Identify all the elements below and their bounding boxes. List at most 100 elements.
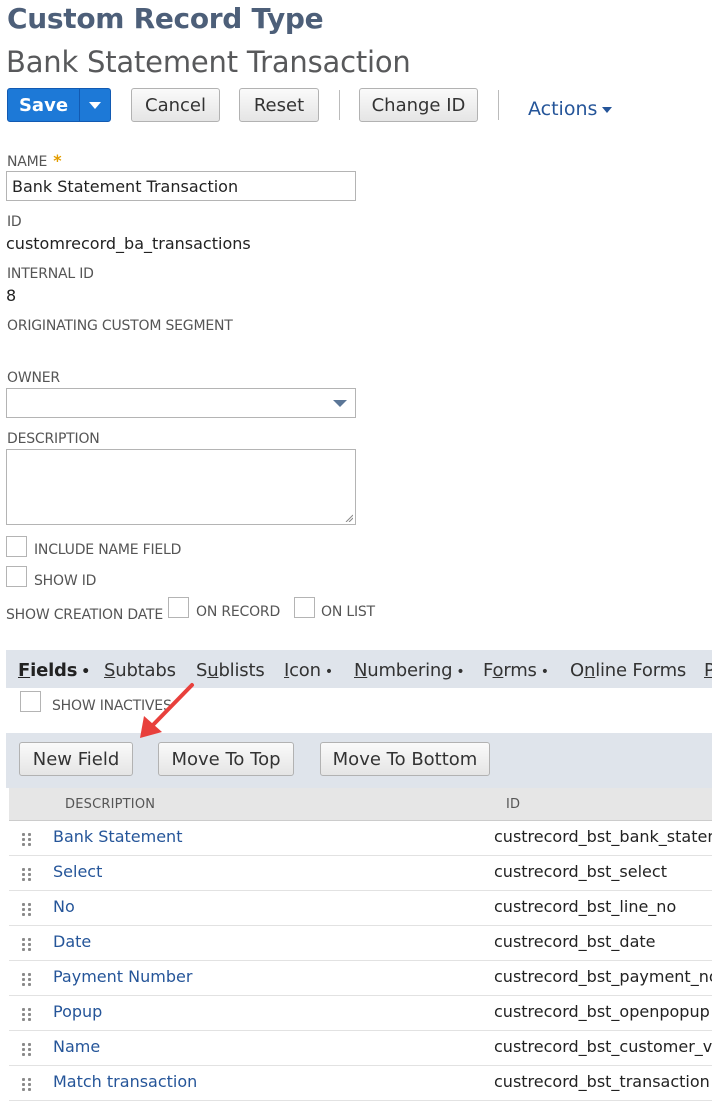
save-button-group[interactable]: Save — [7, 88, 111, 122]
include-name-field-checkbox[interactable] — [6, 536, 27, 557]
on-list-checkbox[interactable] — [294, 597, 315, 618]
tab-indicator-dot: • — [456, 664, 465, 680]
save-button[interactable]: Save — [8, 89, 80, 121]
name-label: NAME * — [7, 151, 62, 170]
move-to-top-button[interactable]: Move To Top — [158, 742, 294, 776]
column-header-description[interactable]: DESCRIPTION — [65, 797, 155, 812]
table-row[interactable]: Select custrecord_bst_select — [9, 856, 712, 891]
on-record-label: ON RECORD — [196, 604, 281, 620]
actions-label[interactable]: Actions — [528, 98, 597, 120]
table-row[interactable]: Match transaction custrecord_bst_transact… — [9, 1066, 712, 1101]
field-description-link[interactable]: Payment Number — [53, 967, 192, 986]
table-row[interactable]: Bank Statement custrecord_bst_bank_statem… — [9, 821, 712, 856]
tab-forms[interactable]: Forms • — [483, 660, 549, 681]
tab-label: P — [704, 660, 712, 681]
show-inactives-label: SHOW INACTIVES — [52, 698, 172, 714]
field-id-cell: custrecord_bst_line_no — [494, 897, 677, 916]
field-description-link[interactable]: Name — [53, 1037, 100, 1056]
show-id-checkbox[interactable] — [6, 566, 27, 587]
originating-segment-label: ORIGINATING CUSTOM SEGMENT — [7, 318, 233, 334]
tab-label: Icon — [284, 660, 321, 681]
field-description-link[interactable]: Popup — [53, 1002, 102, 1021]
tab-indicator-dot: • — [540, 664, 549, 680]
table-row[interactable]: Name custrecord_bst_customer_ver — [9, 1031, 712, 1066]
id-value: customrecord_ba_transactions — [6, 234, 251, 253]
field-id-cell: custrecord_bst_transaction — [494, 1072, 710, 1091]
id-label: ID — [7, 214, 22, 230]
table-row[interactable]: No custrecord_bst_line_no — [9, 891, 712, 926]
owner-select[interactable] — [6, 388, 356, 418]
column-header-id[interactable]: ID — [506, 797, 520, 812]
include-name-field-label: INCLUDE NAME FIELD — [34, 542, 182, 558]
drag-handle-icon[interactable] — [22, 1078, 32, 1092]
fields-button-bar: New Field Move To Top Move To Bottom — [6, 733, 712, 788]
drag-handle-icon[interactable] — [22, 938, 32, 952]
tab-overflow[interactable]: P — [704, 660, 712, 681]
fields-options-panel: SHOW INACTIVES — [6, 688, 712, 733]
tab-indicator-dot: • — [324, 664, 333, 680]
field-description-link[interactable]: Bank Statement — [53, 827, 182, 846]
table-header: DESCRIPTION ID — [9, 788, 712, 821]
table-row[interactable]: Popup custrecord_bst_openpopup — [9, 996, 712, 1031]
field-id-cell: custrecord_bst_openpopup — [494, 1002, 710, 1021]
on-list-label: ON LIST — [321, 604, 375, 620]
reset-button[interactable]: Reset — [239, 88, 319, 122]
internal-id-label: INTERNAL ID — [7, 266, 94, 282]
field-id-cell: custrecord_bst_select — [494, 862, 667, 881]
new-field-button[interactable]: New Field — [19, 742, 133, 776]
drag-handle-icon[interactable] — [22, 1008, 32, 1022]
field-id-cell: custrecord_bst_customer_ver — [494, 1037, 712, 1056]
tab-label: Forms — [483, 660, 537, 681]
tab-indicator-dot: • — [81, 664, 91, 680]
field-id-cell: custrecord_bst_bank_stateme — [494, 827, 712, 846]
owner-label: OWNER — [7, 370, 60, 386]
record-title: Bank Statement Transaction — [6, 45, 411, 79]
cancel-button[interactable]: Cancel — [131, 88, 220, 122]
field-description-link[interactable]: No — [53, 897, 75, 916]
tab-label: Subtabs — [104, 660, 176, 681]
resize-grip-icon[interactable] — [345, 514, 353, 522]
save-menu-button[interactable] — [80, 89, 110, 121]
tab-sublists[interactable]: Sublists — [196, 660, 265, 681]
internal-id-value: 8 — [6, 286, 17, 305]
change-id-button[interactable]: Change ID — [359, 88, 478, 122]
field-description-link[interactable]: Date — [53, 932, 91, 951]
move-to-bottom-button[interactable]: Move To Bottom — [320, 742, 490, 776]
tab-label: Online Forms — [570, 660, 687, 681]
field-id-cell: custrecord_bst_payment_no — [494, 967, 712, 986]
field-description-link[interactable]: Match transaction — [53, 1072, 197, 1091]
table-row[interactable]: Payment Number custrecord_bst_payment_no — [9, 961, 712, 996]
name-input[interactable]: Bank Statement Transaction — [6, 171, 356, 201]
description-label: DESCRIPTION — [7, 431, 100, 447]
drag-handle-icon[interactable] — [22, 868, 32, 882]
tab-label: Fields — [18, 660, 78, 681]
chevron-down-icon — [333, 400, 347, 407]
table-row[interactable]: Date custrecord_bst_date — [9, 926, 712, 961]
drag-handle-icon[interactable] — [22, 903, 32, 917]
drag-handle-icon[interactable] — [22, 1043, 32, 1057]
tab-subtabs[interactable]: Subtabs — [104, 660, 176, 681]
caret-down-icon — [602, 107, 613, 113]
subtab-bar: Fields • Subtabs Sublists Icon • Numbering… — [6, 650, 712, 688]
tab-fields[interactable]: Fields • — [18, 660, 90, 681]
tab-online-forms[interactable]: Online Forms — [570, 660, 686, 681]
field-description-link[interactable]: Select — [53, 862, 102, 881]
show-id-label: SHOW ID — [34, 573, 97, 589]
tab-numbering[interactable]: Numbering • — [354, 660, 465, 681]
tab-label: Sublists — [196, 660, 265, 681]
tab-label: Numbering — [354, 660, 453, 681]
required-mark: * — [53, 151, 62, 170]
page-type-heading: Custom Record Type — [7, 2, 324, 35]
name-input-value: Bank Statement Transaction — [12, 176, 239, 196]
toolbar-divider — [339, 90, 340, 120]
show-creation-date-label: SHOW CREATION DATE — [6, 607, 164, 623]
show-inactives-checkbox[interactable] — [20, 691, 41, 712]
description-textarea[interactable] — [6, 449, 356, 525]
drag-handle-icon[interactable] — [22, 833, 32, 847]
tab-icon[interactable]: Icon • — [284, 660, 333, 681]
toolbar-divider — [498, 90, 499, 120]
on-record-checkbox[interactable] — [168, 597, 189, 618]
triangle-down-icon — [89, 101, 101, 109]
drag-handle-icon[interactable] — [22, 973, 32, 987]
actions-menu[interactable]: Actions — [528, 98, 613, 120]
